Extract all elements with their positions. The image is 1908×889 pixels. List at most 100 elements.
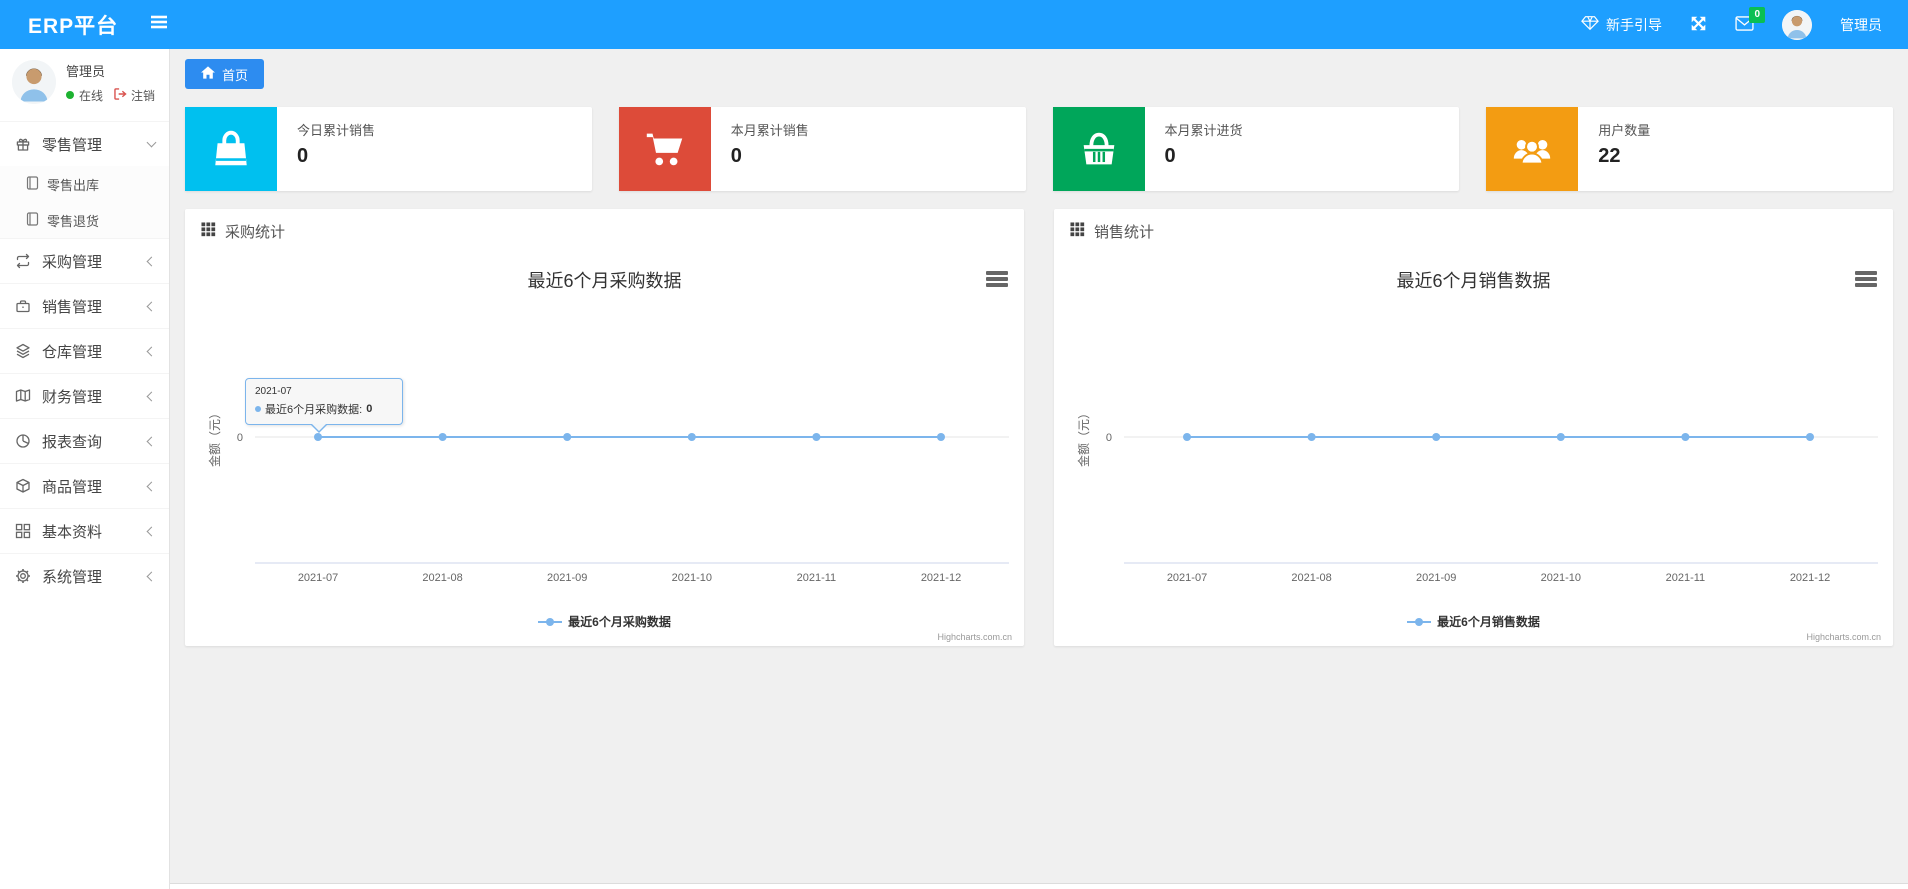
online-status-label: 在线 [79,88,104,103]
stat-card-value: 0 [730,145,742,167]
chart-title: 最近6个月采购数据 [527,271,682,291]
logout-label: 注销 [131,88,156,103]
legend-marker-icon [1407,617,1432,626]
svg-text:2021-10: 2021-10 [1541,572,1581,584]
chevron-down-icon [146,137,157,148]
sidebar-item-products[interactable]: 商品管理 [0,463,169,508]
stat-card-value: 0 [1164,145,1176,167]
stat-card-month-purchase[interactable]: 本月累计进货 0 [1052,107,1460,191]
chart-legend[interactable]: 最近6个月采购数据 [185,613,1024,630]
fullscreen-button[interactable] [1690,15,1707,35]
logout-button[interactable]: 注销 [114,87,155,104]
sidebar-subitem-label: 零售退货 [47,213,100,229]
purchase-chart: 0 金额（元） 2021-07 2021-08 2021-09 2021-10 2021-1… [185,253,1024,646]
sidebar-item-sales[interactable]: 销售管理 [0,283,169,328]
sidebar-user-name: 管理员 [66,63,106,79]
legend-label: 最近6个月采购数据 [568,615,671,629]
stat-cards-row: 今日累计销售 0 本月累计销售 0 本月累计进货 0 用户数量 22 [185,107,1893,191]
stat-card-title: 今日累计销售 [297,123,376,138]
sidebar-item-label: 仓库管理 [42,343,103,361]
svg-text:2021-08: 2021-08 [422,572,462,584]
tab-home[interactable]: 首页 [185,59,265,89]
sidebar-item-label: 商品管理 [42,478,103,496]
sidebar-item-system[interactable]: 系统管理 [0,553,169,598]
chevron-left-icon [146,526,157,536]
retail-submenu: 零售出库 零售退货 [0,166,169,238]
stat-card-month-sales[interactable]: 本月累计销售 0 [618,107,1026,191]
chart-tooltip: 2021-07 最近6个月采购数据: 0 [245,378,403,433]
sales-line-chart[interactable]: 0 金额（元） 2021-07 2021-08 2021-09 2021-10 2021-1… [1054,253,1893,593]
navbar-username[interactable]: 管理员 [1840,15,1882,35]
svg-text:金额（元）: 金额（元） [207,407,222,467]
legend-label: 最近6个月销售数据 [1437,615,1540,629]
book-icon [14,388,32,404]
sidebar-toggle-button[interactable] [150,14,168,35]
sidebar-item-retail-return[interactable]: 零售退货 [0,202,169,238]
chevron-left-icon [146,436,157,446]
sales-chart: 0 金额（元） 2021-07 2021-08 2021-09 2021-10 2021-1… [1054,253,1893,646]
stat-card-today-sales[interactable]: 今日累计销售 0 [185,107,592,191]
shopping-bag-icon [185,107,277,191]
sidebar-item-label: 财务管理 [42,388,103,406]
sidebar-item-retail-outbound[interactable]: 零售出库 [0,166,169,202]
beginner-guide-button[interactable]: 新手引导 [1581,15,1662,35]
th-grid-icon [1070,221,1085,241]
grid-icon [14,523,32,539]
chart-context-menu-button[interactable] [1855,271,1877,287]
svg-text:2021-10: 2021-10 [672,572,712,584]
gem-icon [1581,15,1599,34]
stat-card-title: 本月累计销售 [730,123,809,138]
messages-button[interactable]: 0 [1735,6,1765,34]
message-count-badge: 0 [1749,6,1765,23]
chart-legend[interactable]: 最近6个月销售数据 [1054,613,1893,630]
shopping-basket-icon [1052,107,1145,191]
chart-panels-row: 采购统计 0 金额（元） 2021-07 2021-08 2021-09 2021-10 2… [185,209,1893,646]
chart-context-menu-button[interactable] [986,271,1008,287]
gear-icon [14,568,32,584]
app-logo: ERP平台 [28,14,119,38]
sidebar-item-label: 采购管理 [42,253,103,271]
beginner-guide-label: 新手引导 [1606,16,1662,33]
svg-text:2021-11: 2021-11 [797,572,837,584]
sidebar-item-finance[interactable]: 财务管理 [0,373,169,418]
tooltip-value: 0 [366,403,373,415]
svg-text:2021-07: 2021-07 [1167,572,1207,584]
tooltip-category: 2021-07 [255,386,292,397]
top-navbar: ERP平台 新手引导 0 管理员 [0,0,1908,49]
stat-card-user-count[interactable]: 用户数量 22 [1486,107,1893,191]
panel-title: 采购统计 [225,223,286,241]
user-avatar[interactable] [1782,9,1812,40]
sidebar-user-avatar [12,60,56,104]
highcharts-credits[interactable]: Highcharts.com.cn [1806,632,1881,642]
shopping-cart-icon [618,107,711,191]
file-icon [26,175,39,193]
stat-card-value: 22 [1598,145,1621,167]
box-icon [14,478,32,494]
stat-card-title: 本月累计进货 [1164,123,1243,138]
sidebar-item-label: 报表查询 [42,433,103,451]
sidebar-item-warehouse[interactable]: 仓库管理 [0,328,169,373]
highcharts-credits[interactable]: Highcharts.com.cn [937,632,1012,642]
th-grid-icon [201,221,216,241]
stat-card-title: 用户数量 [1598,123,1651,138]
series-marker-icon [255,406,261,412]
briefcase-icon [14,298,32,314]
online-status-icon [66,91,74,99]
svg-text:2021-12: 2021-12 [1790,572,1830,584]
chevron-left-icon [146,256,157,266]
sidebar-item-reports[interactable]: 报表查询 [0,418,169,463]
sidebar-item-retail[interactable]: 零售管理 [0,121,169,166]
chevron-left-icon [146,571,157,581]
svg-text:2021-11: 2021-11 [1666,572,1706,584]
users-icon [1486,107,1579,191]
sidebar-item-purchase[interactable]: 采购管理 [0,238,169,283]
sidebar-item-basic-data[interactable]: 基本资料 [0,508,169,553]
exchange-icon [14,253,32,269]
home-icon [201,66,215,82]
sidebar-item-label: 零售管理 [42,136,103,154]
svg-text:0: 0 [237,432,243,444]
svg-text:2021-07: 2021-07 [298,572,338,584]
panel-title: 销售统计 [1094,223,1155,241]
gift-icon [14,136,32,152]
sign-out-icon [114,87,127,103]
